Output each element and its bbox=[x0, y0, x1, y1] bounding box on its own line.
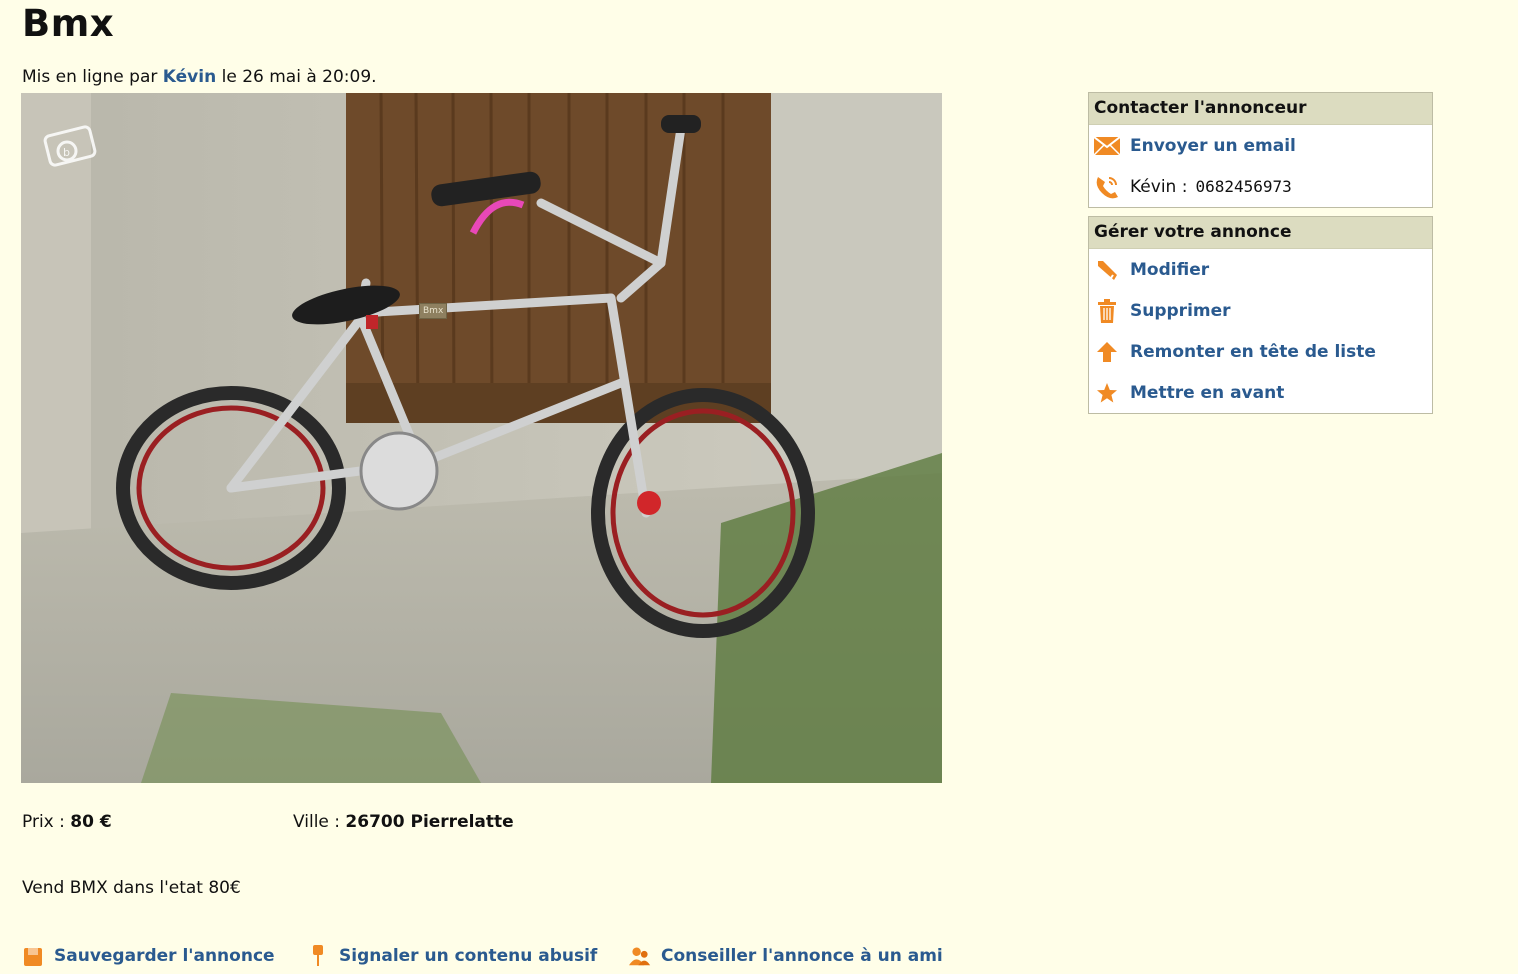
delete-ad-item[interactable]: Supprimer bbox=[1089, 290, 1432, 331]
manage-box-header: Gérer votre annonce bbox=[1089, 217, 1432, 249]
pencil-icon bbox=[1094, 257, 1120, 283]
price-row: Prix : 80 € bbox=[22, 812, 112, 832]
phone-icon bbox=[1094, 174, 1120, 200]
phone-item: Kévin : 0682456973 bbox=[1089, 166, 1432, 207]
report-abuse-label: Signaler un contenu abusif bbox=[339, 946, 598, 966]
city-value: 26700 Pierrelatte bbox=[345, 812, 514, 832]
bump-ad-link[interactable]: Remonter en tête de liste bbox=[1130, 342, 1376, 362]
edit-ad-link[interactable]: Modifier bbox=[1130, 260, 1209, 280]
edit-ad-item[interactable]: Modifier bbox=[1089, 249, 1432, 290]
save-icon bbox=[22, 944, 44, 968]
save-ad-link[interactable]: Sauvegarder l'annonce bbox=[22, 944, 307, 968]
trash-icon bbox=[1094, 298, 1120, 324]
photo-tag: Bmx bbox=[419, 303, 448, 319]
bump-ad-item[interactable]: Remonter en tête de liste bbox=[1089, 331, 1432, 372]
author-link[interactable]: Kévin bbox=[163, 67, 216, 87]
svg-text:b: b bbox=[63, 146, 70, 159]
ad-description: Vend BMX dans l'etat 80€ bbox=[22, 878, 241, 898]
posted-info: Mis en ligne par Kévin le 26 mai à 20:09… bbox=[22, 67, 377, 87]
ad-title: Bmx bbox=[22, 2, 115, 45]
phone-name: Kévin : bbox=[1130, 176, 1188, 197]
save-ad-label: Sauvegarder l'annonce bbox=[54, 946, 275, 966]
envelope-icon bbox=[1094, 133, 1120, 159]
pin-icon bbox=[307, 944, 329, 968]
manage-box: Gérer votre annonce Modifier Supprimer R… bbox=[1088, 216, 1433, 414]
ad-photo[interactable]: b Bmx bbox=[21, 93, 942, 783]
contact-box: Contacter l'annonceur Envoyer un email K… bbox=[1088, 92, 1433, 208]
recommend-link[interactable]: Conseiller l'annonce à un ami bbox=[629, 944, 943, 968]
recommend-label: Conseiller l'annonce à un ami bbox=[661, 946, 943, 966]
city-row: Ville : 26700 Pierrelatte bbox=[293, 812, 514, 832]
report-abuse-link[interactable]: Signaler un contenu abusif bbox=[307, 944, 629, 968]
footer-actions: Sauvegarder l'annonce Signaler un conten… bbox=[22, 944, 943, 968]
contact-box-header: Contacter l'annonceur bbox=[1089, 93, 1432, 125]
feature-ad-item[interactable]: Mettre en avant bbox=[1089, 372, 1432, 413]
price-label: Prix : bbox=[22, 812, 65, 832]
posted-prefix: Mis en ligne par bbox=[22, 67, 158, 87]
feature-ad-link[interactable]: Mettre en avant bbox=[1130, 383, 1284, 403]
star-icon bbox=[1094, 380, 1120, 406]
phone-number: 0682456973 bbox=[1195, 177, 1292, 196]
send-email-link[interactable]: Envoyer un email bbox=[1130, 136, 1296, 156]
posted-suffix: le 26 mai à 20:09. bbox=[221, 67, 377, 87]
price-value: 80 € bbox=[70, 812, 112, 832]
arrow-up-icon bbox=[1094, 339, 1120, 365]
friends-icon bbox=[629, 944, 651, 968]
send-email-item[interactable]: Envoyer un email bbox=[1089, 125, 1432, 166]
city-label: Ville : bbox=[293, 812, 341, 832]
delete-ad-link[interactable]: Supprimer bbox=[1130, 301, 1231, 321]
